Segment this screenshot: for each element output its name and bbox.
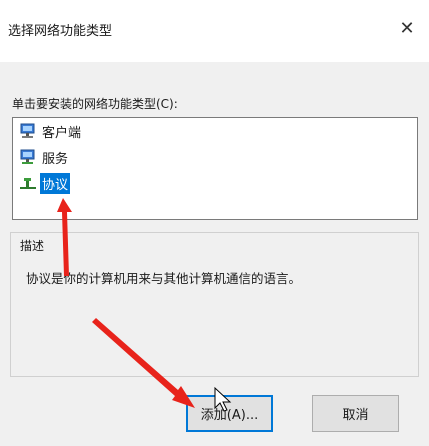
dialog-title: 选择网络功能类型: [8, 24, 113, 39]
list-item-protocol[interactable]: 协议: [19, 172, 71, 194]
feature-type-prompt: 单击要安装的网络功能类型(C):: [12, 97, 178, 111]
list-item-label: 客户端: [42, 125, 82, 141]
add-button[interactable]: 添加(A)...: [186, 395, 273, 432]
list-item-label: 协议: [40, 172, 71, 194]
cancel-button[interactable]: 取消: [312, 395, 399, 432]
network-protocol-icon: [19, 174, 37, 192]
description-text: 协议是你的计算机用来与其他计算机通信的语言。: [26, 271, 302, 286]
computer-network-icon: [19, 148, 37, 166]
computer-network-icon: [19, 122, 37, 140]
select-network-feature-dialog: 选择网络功能类型 ✕ 单击要安装的网络功能类型(C): 客户端 服务 协议 描述…: [0, 0, 429, 446]
title-bar: 选择网络功能类型 ✕: [0, 0, 429, 62]
list-item-service[interactable]: 服务: [19, 147, 70, 167]
description-group: [10, 232, 419, 377]
feature-type-list[interactable]: 客户端 服务 协议: [12, 117, 418, 220]
close-icon: ✕: [399, 17, 415, 39]
close-button[interactable]: ✕: [393, 14, 421, 42]
list-item-client[interactable]: 客户端: [19, 121, 83, 141]
list-item-label: 服务: [42, 151, 69, 167]
description-title: 描述: [20, 239, 45, 253]
